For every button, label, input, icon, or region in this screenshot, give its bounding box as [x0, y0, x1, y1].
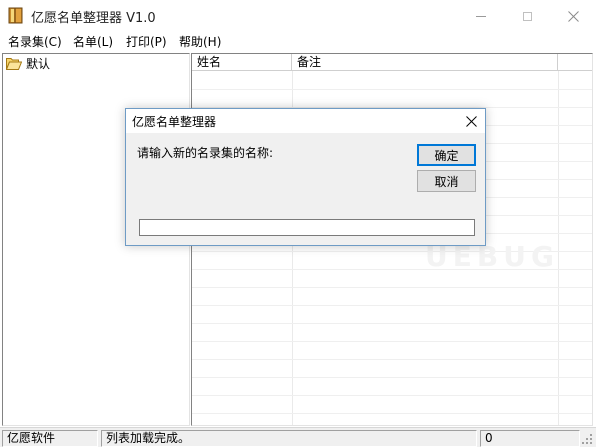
- column-header-filler: [558, 54, 592, 71]
- grid-row-line: [192, 89, 592, 90]
- title-bar: 亿愿名单整理器 V1.0: [0, 0, 596, 32]
- grid-row-line: [192, 395, 592, 396]
- status-company: 亿愿软件: [2, 430, 98, 447]
- status-message: 列表加载完成。: [101, 430, 477, 447]
- collection-name-input[interactable]: [139, 219, 475, 236]
- grid-row-line: [192, 287, 592, 288]
- open-folder-icon: [6, 57, 22, 70]
- maximize-button[interactable]: [504, 0, 550, 32]
- menu-list[interactable]: 名单(L): [73, 33, 113, 50]
- menu-print[interactable]: 打印(P): [126, 33, 167, 50]
- dialog-title: 亿愿名单整理器: [132, 115, 217, 129]
- resize-grip-icon[interactable]: [581, 433, 593, 445]
- tree-item-default[interactable]: 默认: [6, 55, 50, 71]
- ok-button[interactable]: 确定: [417, 144, 476, 166]
- column-header-name[interactable]: 姓名: [192, 54, 292, 71]
- close-button[interactable]: [550, 0, 596, 32]
- close-icon: [465, 115, 477, 127]
- window-title: 亿愿名单整理器 V1.0: [31, 11, 156, 26]
- column-header-note[interactable]: 备注: [292, 54, 558, 71]
- minimize-button[interactable]: [458, 0, 504, 32]
- grid-row-line: [192, 359, 592, 360]
- dialog-title-bar: 亿愿名单整理器: [126, 109, 485, 133]
- new-collection-dialog: 亿愿名单整理器 请输入新的名录集的名称: 确定 取消: [125, 108, 486, 246]
- menu-help[interactable]: 帮助(H): [179, 33, 221, 50]
- tree-item-label: 默认: [26, 56, 51, 71]
- grid-row-line: [192, 377, 592, 378]
- close-icon: [567, 10, 579, 22]
- grid-row-line: [192, 305, 592, 306]
- menu-bar: 名录集(C) 名单(L) 打印(P) 帮助(H): [0, 32, 596, 52]
- status-count: 0: [480, 430, 580, 447]
- maximize-icon: [522, 11, 532, 21]
- grid-row-line: [192, 323, 592, 324]
- app-book-icon: [8, 7, 24, 24]
- menu-collection[interactable]: 名录集(C): [8, 33, 62, 50]
- grid-row-line: [192, 341, 592, 342]
- cancel-button[interactable]: 取消: [417, 170, 476, 192]
- grid-row-line: [192, 413, 592, 414]
- dialog-prompt: 请输入新的名录集的名称:: [137, 146, 274, 160]
- dialog-close-button[interactable]: [457, 109, 485, 133]
- status-bar: 亿愿软件 列表加载完成。 0: [0, 427, 596, 447]
- minimize-icon: [476, 15, 486, 17]
